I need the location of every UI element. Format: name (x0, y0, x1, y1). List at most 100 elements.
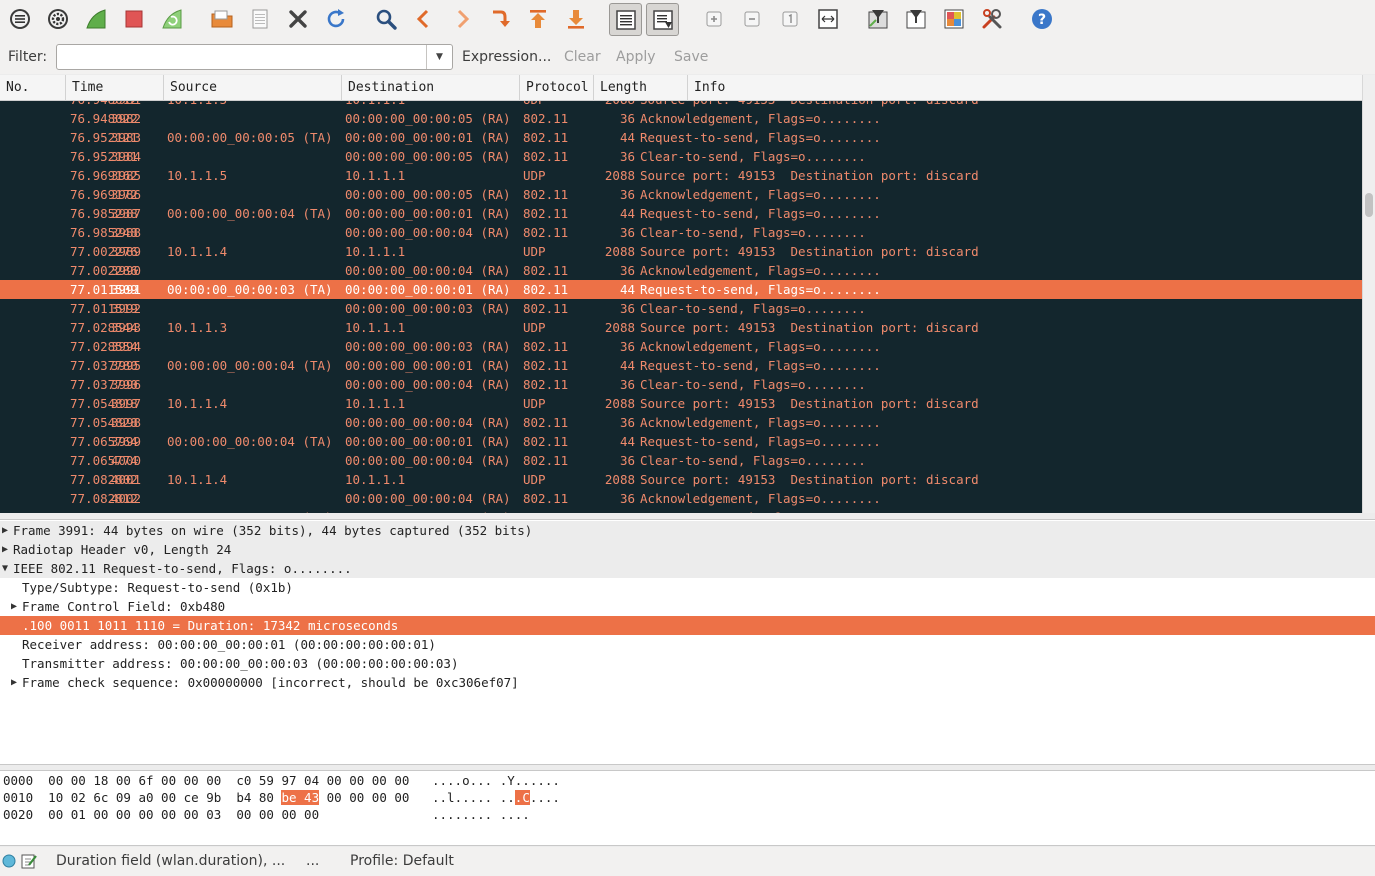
collapsed-arrow-icon[interactable]: ▶ (2, 521, 8, 540)
detail-tree-item[interactable]: ▶ Frame check sequence: 0x00000000 [incor… (0, 673, 1375, 692)
preferences-icon[interactable] (978, 5, 1006, 33)
expert-info-icon[interactable] (2, 854, 16, 868)
capture-comment-icon[interactable] (20, 852, 38, 870)
auto-scroll-icon[interactable] (646, 3, 679, 36)
main-toolbar: ? (0, 0, 1375, 40)
packet-row[interactable]: 3993 77.028544 10.1.1.3 10.1.1.1 UDP 2088 Sour… (0, 318, 1362, 337)
filter-combobox[interactable]: ▼ (56, 44, 453, 70)
capture-filters-icon[interactable] (864, 5, 892, 33)
resize-columns-icon[interactable] (814, 5, 842, 33)
restart-capture-icon[interactable] (158, 5, 186, 33)
reload-icon[interactable] (322, 5, 350, 33)
detail-tree-item[interactable]: .100 0011 1011 1110 = Duration: 17342 mi… (0, 616, 1375, 635)
packet-list-scrollbar[interactable] (1362, 75, 1375, 513)
hex-bytes[interactable]: 00 00 18 00 6f 00 00 00 c0 59 97 04 00 0… (48, 773, 409, 788)
hex-offset[interactable]: 0020 (3, 807, 33, 822)
ascii-bytes[interactable]: ..l..... .. (432, 790, 515, 805)
packet-row[interactable]: 3992 77.011519 00:00:00_00:00:03 (RA) 802.1… (0, 299, 1362, 318)
ascii-bytes[interactable]: .... (530, 790, 560, 805)
packet-row[interactable]: 3986 76.969172 00:00:00_00:00:05 (RA) 802.1… (0, 185, 1362, 204)
go-last-icon[interactable] (562, 5, 590, 33)
packet-details-pane[interactable]: ▶ Frame 3991: 44 bytes on wire (352 bits)… (0, 519, 1375, 765)
filter-dropdown-arrow[interactable]: ▼ (426, 45, 452, 69)
go-back-icon[interactable] (410, 5, 438, 33)
expanded-arrow-icon[interactable]: ▼ (2, 559, 8, 578)
packet-row[interactable]: 3998 77.054828 00:00:00_00:00:04 (RA) 802.1… (0, 413, 1362, 432)
column-header-length[interactable]: Length (594, 75, 688, 101)
column-header-time[interactable]: Time (66, 75, 164, 101)
packet-row[interactable]: 4000 77.065774 00:00:00_00:00:04 (RA) 802.1… (0, 451, 1362, 470)
packet-row[interactable]: 3984 76.952131 00:00:00_00:00:05 (RA) 802.1… (0, 147, 1362, 166)
start-capture-icon[interactable] (82, 5, 110, 33)
normal-size-icon[interactable] (776, 5, 804, 33)
packet-row[interactable]: 3997 77.054818 10.1.1.4 10.1.1.1 UDP 2088 Sour… (0, 394, 1362, 413)
packet-row[interactable]: 3989 77.002276 10.1.1.4 10.1.1.1 UDP 2088 Sour… (0, 242, 1362, 261)
collapsed-arrow-icon[interactable]: ▶ (11, 597, 17, 616)
display-filters-icon[interactable] (902, 5, 930, 33)
detail-tree-item[interactable]: ▶ Frame 3991: 44 bytes on wire (352 bits)… (0, 521, 1375, 540)
hex-bytes[interactable]: 00 01 00 00 00 00 00 03 00 00 00 00 (48, 807, 319, 822)
column-header-protocol[interactable]: Protocol (520, 75, 594, 101)
zoom-out-icon[interactable] (738, 5, 766, 33)
go-to-packet-icon[interactable] (486, 5, 514, 33)
save-button[interactable]: Save (674, 49, 708, 65)
packet-row[interactable]: 3995 77.037780 00:00:00_00:00:04 (TA) 00:00… (0, 356, 1362, 375)
packet-row-selected[interactable]: 3991 77.011509 00:00:00_00:00:03 (TA) 00:00… (0, 280, 1362, 299)
column-header-destination[interactable]: Destination (342, 75, 520, 101)
packet-row[interactable]: 3985 76.969162 10.1.1.5 10.1.1.1 UDP 2088 Sour… (0, 166, 1362, 185)
packet-row[interactable]: 4001 77.082802 10.1.1.4 10.1.1.1 UDP 2088 Sour… (0, 470, 1362, 489)
collapsed-arrow-icon[interactable]: ▶ (11, 673, 17, 692)
packet-bytes-pane[interactable]: 0000 00 00 18 00 6f 00 00 00 c0 59 97 04… (0, 770, 1375, 846)
expression-button[interactable]: Expression... (462, 49, 551, 65)
stop-capture-icon[interactable] (120, 5, 148, 33)
packet-row[interactable]: 3994 77.028554 00:00:00_00:00:03 (RA) 802.1… (0, 337, 1362, 356)
ascii-bytes[interactable]: ........ .... (432, 807, 530, 822)
packet-row[interactable]: 4002 77.082812 00:00:00_00:00:04 (RA) 802.1… (0, 489, 1362, 508)
open-file-icon[interactable] (208, 5, 236, 33)
interfaces-icon[interactable] (6, 5, 34, 33)
hex-offset[interactable]: 0010 (3, 790, 33, 805)
find-packet-icon[interactable] (372, 5, 400, 33)
go-first-icon[interactable] (524, 5, 552, 33)
detail-tree-item[interactable]: Receiver address: 00:00:00_00:00:01 (00:… (0, 635, 1375, 654)
detail-tree-item[interactable]: ▼ IEEE 802.11 Request-to-send, Flags: o..… (0, 559, 1375, 578)
colorize-icon[interactable] (609, 3, 642, 36)
detail-tree-item[interactable]: Type/Subtype: Request-to-send (0x1b) (0, 578, 1375, 597)
clear-button[interactable]: Clear (564, 49, 601, 65)
collapsed-arrow-icon[interactable]: ▶ (2, 540, 8, 559)
apply-button[interactable]: Apply (616, 49, 656, 65)
scrollbar-thumb[interactable] (1365, 193, 1373, 217)
go-forward-icon[interactable] (448, 5, 476, 33)
packet-row[interactable]: 398176.94801210.1.1.510.1.1.1UDP2088Sour… (0, 101, 1362, 109)
hex-offset[interactable]: 0000 (3, 773, 33, 788)
help-icon[interactable]: ? (1028, 5, 1056, 33)
packet-row[interactable]: 3990 77.002286 00:00:00_00:00:04 (RA) 802.1… (0, 261, 1362, 280)
ascii-bytes-highlighted[interactable]: .C (514, 790, 530, 805)
column-header-info[interactable]: Info (688, 75, 1362, 101)
packet-row[interactable]: 3983 76.952121 00:00:00_00:00:05 (TA) 00:00… (0, 128, 1362, 147)
packet-list[interactable]: 398176.94801210.1.1.510.1.1.1UDP2088Sour… (0, 101, 1362, 513)
packet-row[interactable]: 3982 76.948022 00:00:00_00:00:05 (RA) 802.1… (0, 109, 1362, 128)
packet-row[interactable]: 3988 76.985248 00:00:00_00:00:04 (RA) 802.1… (0, 223, 1362, 242)
options-icon[interactable] (44, 5, 72, 33)
save-file-icon[interactable] (246, 5, 274, 33)
coloring-rules-icon[interactable] (940, 5, 968, 33)
zoom-in-icon[interactable] (700, 5, 728, 33)
column-header-no[interactable]: No. (0, 75, 66, 101)
hex-bytes[interactable]: 00 00 00 00 (319, 790, 410, 805)
packet-row[interactable]: 3996 77.037790 00:00:00_00:00:04 (RA) 802.1… (0, 375, 1362, 394)
packet-row[interactable]: 400377.09939400:00:00_00:00:04 (TA)00:00… (0, 508, 1362, 513)
hex-bytes-highlighted[interactable]: be 43 (281, 790, 320, 805)
filter-input[interactable] (61, 48, 421, 66)
detail-tree-item[interactable]: Transmitter address: 00:00:00_00:00:03 (… (0, 654, 1375, 673)
detail-tree-item[interactable]: ▶ Frame Control Field: 0xb480 (0, 597, 1375, 616)
column-header-source[interactable]: Source (164, 75, 342, 101)
status-profile[interactable]: Profile: Default (350, 853, 454, 869)
ascii-bytes[interactable]: ....o... .Y...... (432, 773, 560, 788)
detail-tree-item[interactable]: ▶ Radiotap Header v0, Length 24 (0, 540, 1375, 559)
packet-row[interactable]: 3999 77.065764 00:00:00_00:00:04 (TA) 00:00… (0, 432, 1362, 451)
hex-bytes[interactable]: 10 02 6c 09 a0 00 ce 9b b4 80 (48, 790, 281, 805)
packet-time: 77.065774 (70, 453, 138, 468)
packet-row[interactable]: 3987 76.985238 00:00:00_00:00:04 (TA) 00:00… (0, 204, 1362, 223)
close-file-icon[interactable] (284, 5, 312, 33)
